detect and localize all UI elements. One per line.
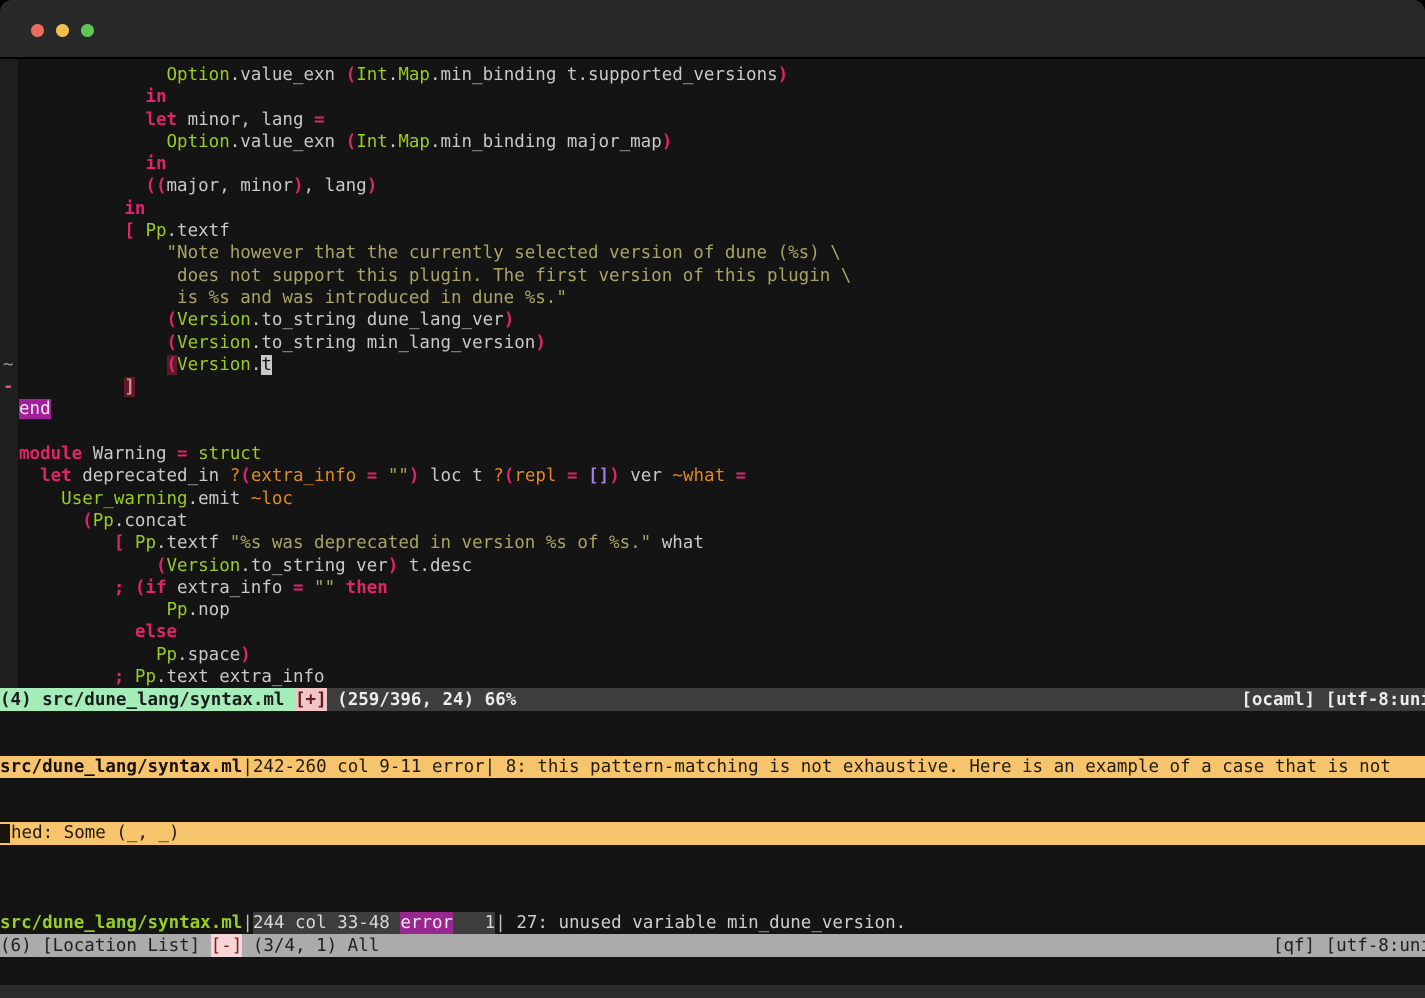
location-list-window[interactable]: src/dune_lang/syntax.ml|242-260 col 9-11… — [0, 711, 1425, 934]
loclist-selected-message: 8: this pattern-matching is not exhausti… — [495, 756, 1391, 778]
sign-column: ~ - — [0, 59, 18, 688]
code-line[interactable]: Pp.nop — [19, 599, 1425, 621]
code-line[interactable]: in — [19, 198, 1425, 220]
separator: | — [495, 912, 506, 934]
loclist-entry-message: 27: unused variable min_dune_version. — [506, 912, 906, 934]
code-line[interactable]: Option.value_exn (Int.Map.min_binding t.… — [19, 64, 1425, 86]
statusline-loclist: (6) [Location List] [-] (3/4, 1) All [qf… — [0, 934, 1425, 957]
loclist-selected-filename: src/dune_lang/syntax.ml — [0, 756, 242, 778]
code-line[interactable]: ((major, minor), lang) — [19, 175, 1425, 197]
code-line[interactable]: (Version.to_string ver) t.desc — [19, 555, 1425, 577]
code-line[interactable]: end — [19, 398, 1425, 420]
statusline-loclist-position: (3/4, 1) All — [242, 936, 379, 956]
close-button[interactable] — [31, 24, 44, 37]
loclist-selected-entry[interactable]: src/dune_lang/syntax.ml|242-260 col 9-11… — [0, 756, 1425, 778]
code-editor-window[interactable]: ~ - Option.value_exn (Int.Map.min_bindin… — [0, 59, 1425, 688]
statusline-loclist-toggle: [-] — [211, 934, 243, 957]
code-line[interactable]: in — [19, 86, 1425, 108]
loclist-selected-entry-wrap: hed: Some (_, _) — [0, 822, 1425, 844]
code-line[interactable]: (Version.t — [19, 354, 1425, 376]
gitgutter-removed-sign-icon: - — [3, 376, 17, 398]
code-line[interactable]: ] — [19, 376, 1425, 398]
separator: | — [485, 756, 496, 778]
statusline-loclist-filetype: [qf] [utf-8:uni — [1273, 936, 1425, 956]
loclist-entry-location: 244 col 33-48 — [253, 912, 401, 934]
loclist-selected-wrap-text: hed: Some (_, _) — [11, 822, 180, 844]
gitgutter-modified-sign-icon: ~ — [3, 354, 17, 376]
zoom-button[interactable] — [81, 24, 94, 37]
code-line[interactable]: User_warning.emit ~loc — [19, 488, 1425, 510]
code-line[interactable]: module Warning = struct — [19, 443, 1425, 465]
wrap-marker-block — [0, 824, 10, 843]
code-line[interactable]: let deprecated_in ?(extra_info = "") loc… — [19, 465, 1425, 487]
code-line[interactable]: does not support this plugin. The first … — [19, 265, 1425, 287]
code-line[interactable]: [ Pp.textf — [19, 220, 1425, 242]
code-line[interactable]: Pp.space) — [19, 644, 1425, 666]
loclist-entry-filename: src/dune_lang/syntax.ml — [0, 912, 242, 934]
loclist-entry-number: 1 — [453, 912, 495, 934]
code-line[interactable]: (Version.to_string dune_lang_ver) — [19, 309, 1425, 331]
statusline-position: (259/396, 24) 66% — [327, 690, 517, 710]
code-line[interactable]: [ Pp.textf "%s was deprecated in version… — [19, 532, 1425, 554]
code-line[interactable]: ; (if extra_info = "" then — [19, 577, 1425, 599]
statusline-active: (4) src/dune_lang/syntax.ml [+] (259/396… — [0, 688, 1425, 711]
code-line[interactable]: let minor, lang = — [19, 109, 1425, 131]
minimize-button[interactable] — [56, 24, 69, 37]
traffic-lights — [31, 24, 94, 37]
code-line[interactable]: (Version.to_string min_lang_version) — [19, 332, 1425, 354]
statusline-filename: (4) src/dune_lang/syntax.ml — [0, 688, 295, 711]
separator: | — [242, 912, 253, 934]
separator: | — [242, 756, 253, 778]
command-line[interactable] — [0, 957, 1425, 985]
statusline-loclist-title: (6) [Location List] — [0, 936, 211, 956]
loclist-entry[interactable]: src/dune_lang/syntax.ml|244 col 33-48 er… — [0, 912, 1425, 934]
code-line[interactable]: ; Pp.text extra_info — [19, 666, 1425, 688]
bottom-window-edge — [0, 985, 1425, 998]
code-line[interactable]: Option.value_exn (Int.Map.min_binding ma… — [19, 131, 1425, 153]
error-badge: error — [400, 912, 453, 934]
loclist-selected-meta: 242-260 col 9-11 error — [253, 756, 485, 778]
titlebar[interactable] — [0, 0, 1425, 57]
code-line[interactable]: (Pp.concat — [19, 510, 1425, 532]
loclist-entry-meta: 244 col 33-48 error 1 — [253, 912, 495, 934]
terminal-window: ~ - Option.value_exn (Int.Map.min_bindin… — [0, 0, 1425, 998]
code-line[interactable]: in — [19, 153, 1425, 175]
code-line[interactable]: is %s and was introduced in dune %s." — [19, 287, 1425, 309]
code-lines[interactable]: Option.value_exn (Int.Map.min_binding t.… — [19, 64, 1425, 688]
statusline-filetype: [ocaml] [utf-8:uni — [1241, 690, 1425, 710]
code-line[interactable]: "Note however that the currently selecte… — [19, 242, 1425, 264]
statusline-modified-flag: [+] — [295, 688, 327, 711]
code-line[interactable]: else — [19, 621, 1425, 643]
code-line[interactable] — [19, 421, 1425, 443]
cursor: t — [261, 355, 272, 375]
